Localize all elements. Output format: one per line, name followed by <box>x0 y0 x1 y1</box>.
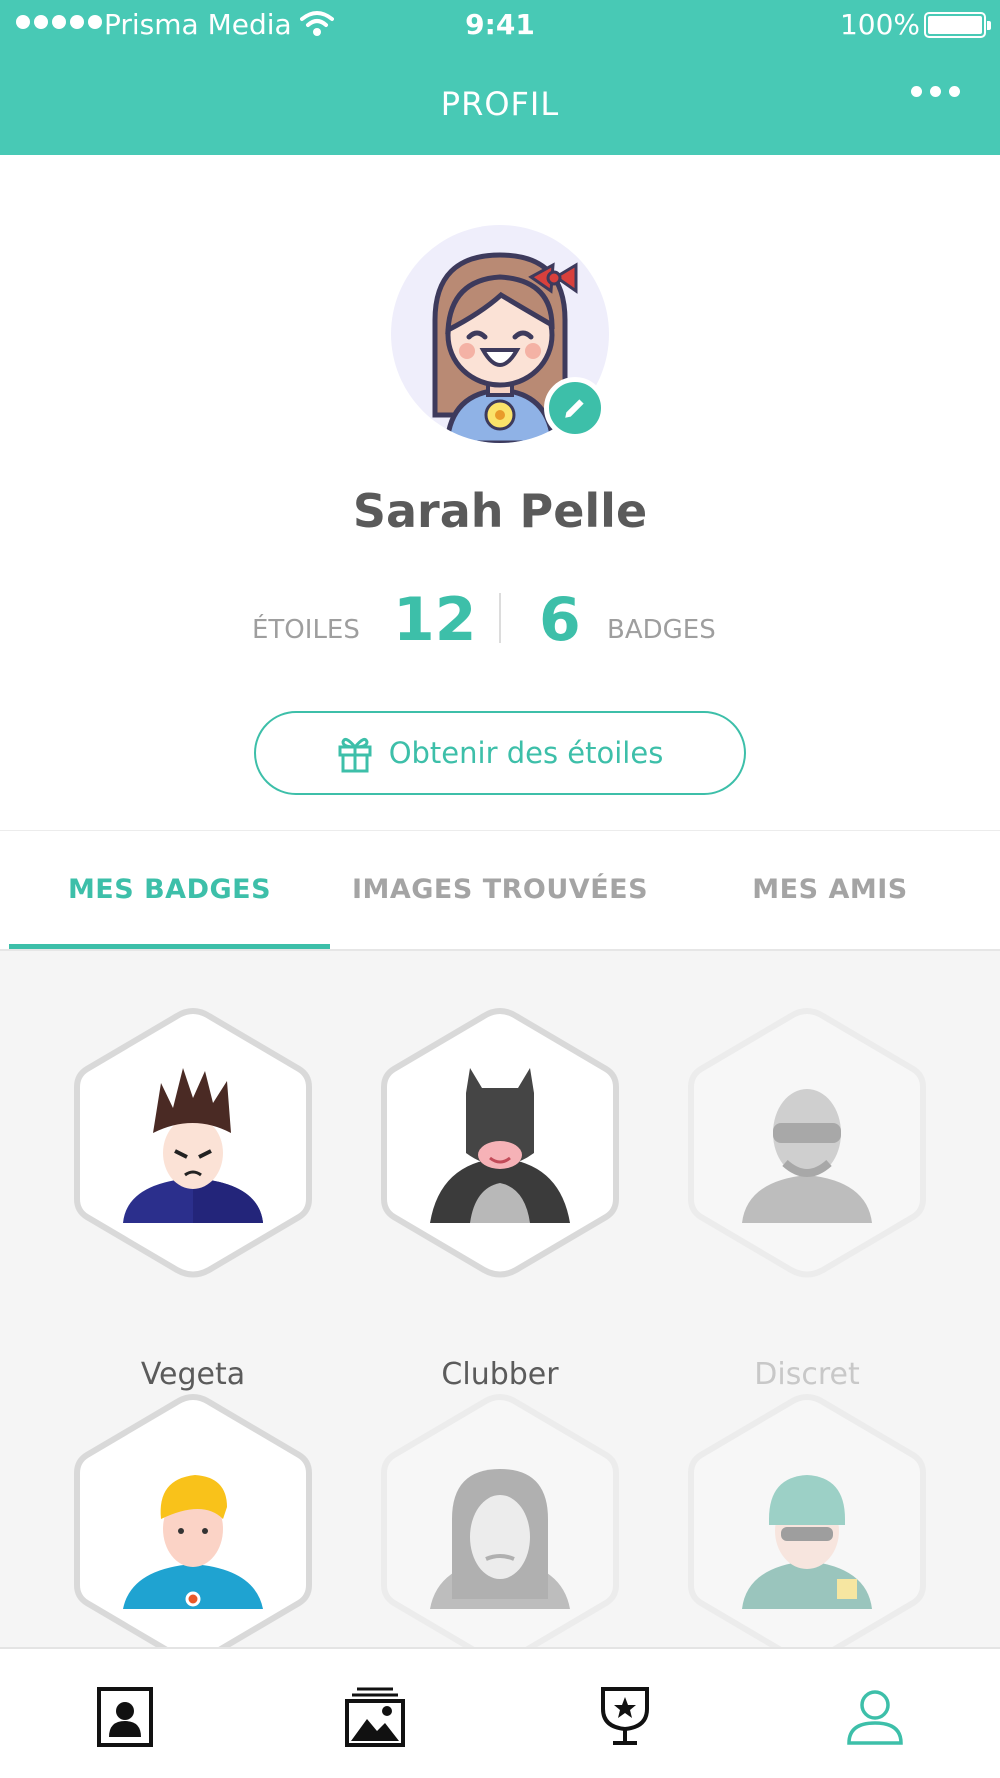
page-title: PROFIL <box>440 85 560 123</box>
blond-man-icon <box>123 1475 263 1609</box>
badge-label: Vegeta <box>140 1357 246 1392</box>
badges-label: BADGES <box>607 615 716 645</box>
pencil-icon <box>565 399 584 418</box>
battery-icon <box>924 12 991 38</box>
masked-man-icon <box>742 1089 872 1223</box>
profile-stats: ÉTOILES 12 6 BADGES <box>0 585 1000 655</box>
tab-mes-badges[interactable]: MES BADGES <box>9 874 330 905</box>
top-bar: Prisma Media 9:41 100% PROFIL <box>0 0 1000 155</box>
tab-contact[interactable] <box>93 1685 157 1749</box>
vegeta-icon <box>123 1068 263 1223</box>
contact-card-icon <box>97 1687 153 1747</box>
edit-avatar-button[interactable] <box>544 377 606 439</box>
profile-avatar[interactable] <box>391 225 609 443</box>
anonymous-mask-icon <box>430 1469 570 1609</box>
get-stars-button[interactable]: Obtenir des étoiles <box>254 711 746 795</box>
get-stars-label: Obtenir des étoiles <box>388 736 664 770</box>
battery-percentage: 100% <box>839 8 920 41</box>
stars-label: ÉTOILES <box>252 615 360 645</box>
badge-label: Discret <box>754 1357 860 1392</box>
more-options-button[interactable] <box>911 86 960 97</box>
tab-mes-amis[interactable]: MES AMIS <box>670 874 990 905</box>
soldier-icon <box>742 1475 872 1609</box>
badge-label: Clubber <box>441 1357 559 1392</box>
gift-icon <box>338 737 372 773</box>
tab-gallery[interactable] <box>343 1685 407 1749</box>
tab-images-trouvees[interactable]: IMAGES TROUVÉES <box>330 874 670 905</box>
tab-trophy[interactable] <box>593 1685 657 1749</box>
profile-tabs: MES BADGES IMAGES TROUVÉES MES AMIS <box>0 831 1000 951</box>
stats-divider <box>499 593 501 643</box>
batman-icon <box>430 1068 570 1223</box>
profile-icon <box>847 1690 903 1745</box>
stars-count: 12 <box>393 585 477 655</box>
bottom-tab-bar <box>0 1647 1000 1778</box>
trophy-icon <box>601 1687 649 1745</box>
badges-count: 6 <box>539 585 581 655</box>
tab-profile[interactable] <box>843 1685 907 1749</box>
badges-grid: Vegeta Clubber Discret <box>0 951 1000 1647</box>
profile-name: Sarah Pelle <box>352 484 648 538</box>
gallery-icon <box>345 1687 405 1747</box>
status-bar: Prisma Media 9:41 100% <box>0 0 1000 50</box>
